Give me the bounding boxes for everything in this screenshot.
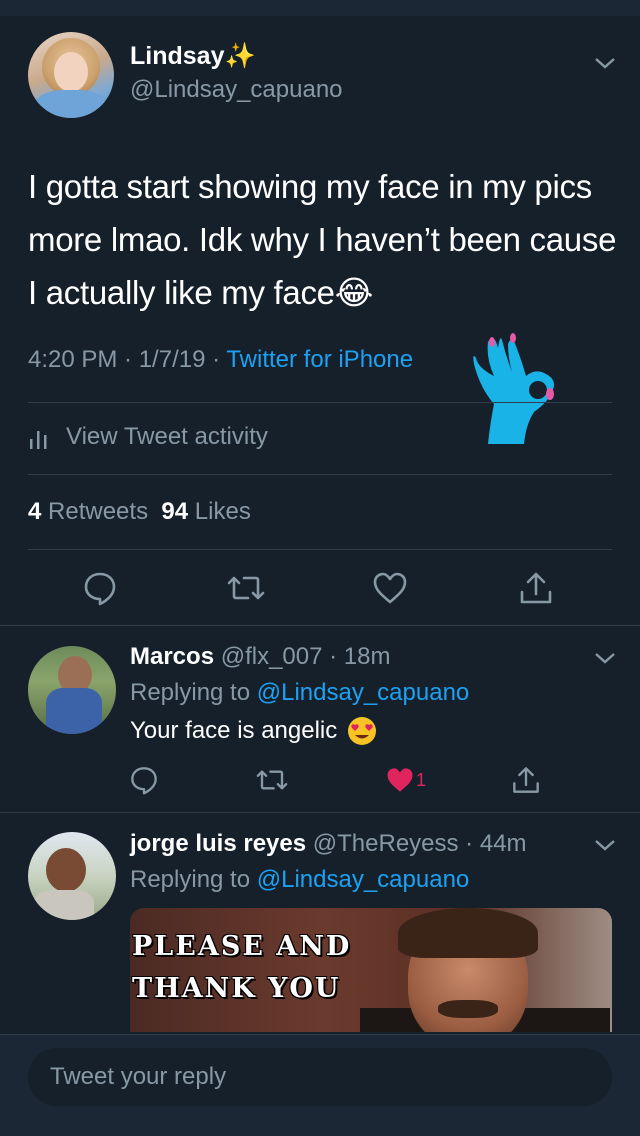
retweet-button[interactable] [252,760,292,800]
tweet-text: I gotta start showing my face in my pics… [28,168,617,311]
lindsay-avatar[interactable] [28,32,114,118]
reply-gif[interactable]: PLEASE AND THANK YOU [130,908,612,1032]
retweets-label: Retweets [48,498,149,525]
chevron-down-icon[interactable] [594,56,616,70]
reply-author-name: jorge luis reyes [130,830,307,857]
retweet-icon [227,576,265,600]
reply-author-name: Marcos [130,643,215,670]
divider [0,812,640,813]
replying-to: Replying to @Lindsay_capuano [130,866,469,894]
heart-eyes-emoji-icon [348,717,377,745]
reply-like-count: 1 [416,770,427,790]
replying-to-link[interactable]: @Lindsay_capuano [257,679,470,706]
chevron-down-icon[interactable] [594,838,616,852]
replying-prefix: Replying to [130,679,257,706]
share-icon [520,572,552,604]
view-tweet-activity-link[interactable]: View Tweet activity [28,423,268,451]
tweet-author-handle[interactable]: @Lindsay_capuano [130,76,343,104]
reply-text-content: Your face is angelic [130,717,338,744]
heart-icon [373,572,407,604]
tweet-timestamp: 4:20 PM · 1/7/19 · [28,346,227,373]
divider [28,474,612,475]
tweet-meta: 4:20 PM · 1/7/19 · Twitter for iPhone [28,346,413,374]
reply-icon [131,767,157,795]
gif-caption-line1: PLEASE AND [132,931,352,962]
retweet-button[interactable] [226,568,266,608]
replying-prefix: Replying to [130,866,257,893]
reply-handle-time: @flx_007 · 18m [220,643,391,670]
activity-label: View Tweet activity [66,423,268,450]
likes-label: Likes [194,498,251,525]
retweets-stat[interactable]: 4 Retweets [28,498,148,525]
replying-to: Replying to @Lindsay_capuano [130,679,469,707]
divider [0,625,640,626]
reply-input[interactable] [28,1048,612,1106]
heart-filled-icon [387,768,413,792]
likes-stat[interactable]: 94 Likes [161,498,250,525]
gif-caption: PLEASE AND THANK YOU [132,926,351,1010]
share-button[interactable] [506,760,546,800]
ok-hand-icon [473,333,554,444]
tweet-stats: 4 Retweets 94 Likes [28,498,251,526]
tweet-author-name[interactable]: Lindsay✨ [130,42,256,71]
reply-author[interactable]: jorge luis reyes @TheReyess · 44m [130,830,527,858]
like-button[interactable] [370,568,410,608]
author-name-text: Lindsay [130,42,225,70]
sparkles-icon: ✨ [224,42,256,70]
marcos-avatar[interactable] [28,646,116,734]
reply-button[interactable] [124,760,164,800]
retweet-icon [256,770,288,790]
tweet-source-link[interactable]: Twitter for iPhone [226,346,413,373]
jorge-avatar[interactable] [28,832,116,920]
reply-text: Your face is angelic [130,716,377,746]
like-button-liked[interactable] [380,760,420,800]
share-button[interactable] [516,568,556,608]
share-icon [513,767,539,793]
divider [28,549,612,550]
reply-icon [84,572,116,606]
reply-author[interactable]: Marcos @flx_007 · 18m [130,643,391,671]
retweets-count: 4 [28,498,42,525]
likes-count: 94 [161,498,189,525]
bar-chart-icon [30,431,47,449]
top-bar [0,0,640,16]
reply-button[interactable] [80,568,120,608]
chevron-down-icon[interactable] [594,651,616,665]
replying-to-link[interactable]: @Lindsay_capuano [257,866,470,893]
gif-caption-line2: THANK YOU [132,973,341,1004]
divider [28,402,612,403]
reply-handle-time: @TheReyess · 44m [312,830,527,857]
